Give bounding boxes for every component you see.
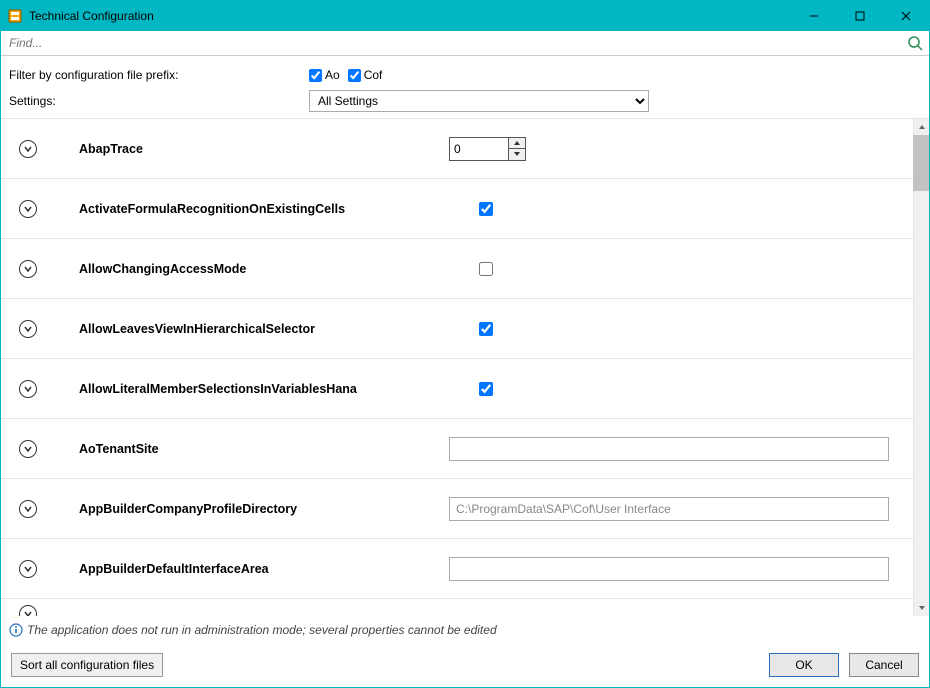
window: Technical Configuration Filter by config… bbox=[0, 0, 930, 688]
filter-bar: Filter by configuration file prefix: Ao … bbox=[1, 56, 929, 118]
setting-name: AllowChangingAccessMode bbox=[79, 262, 449, 276]
vertical-scrollbar[interactable] bbox=[913, 119, 929, 616]
expand-toggle[interactable] bbox=[19, 320, 37, 338]
search-input[interactable] bbox=[1, 31, 929, 55]
setting-name: AllowLiteralMemberSelectionsInVariablesH… bbox=[79, 382, 449, 396]
setting-row: AoTenantSite bbox=[1, 419, 913, 479]
setting-row: AppBuilderCompanyProfileDirectory bbox=[1, 479, 913, 539]
close-button[interactable] bbox=[883, 1, 929, 31]
info-icon bbox=[9, 623, 23, 637]
setting-name: AoTenantSite bbox=[79, 442, 449, 456]
filter-ao-checkbox-wrap[interactable]: Ao bbox=[309, 68, 340, 82]
setting-row: AppBuilderDefaultInterfaceArea bbox=[1, 539, 913, 599]
setting-row: AllowLeavesViewInHierarchicalSelector bbox=[1, 299, 913, 359]
setting-name: AbapTrace bbox=[79, 142, 449, 156]
filter-ao-label: Ao bbox=[325, 68, 340, 82]
expand-toggle[interactable] bbox=[19, 560, 37, 578]
footer: Sort all configuration files OK Cancel bbox=[1, 647, 929, 687]
setting-row-partial bbox=[1, 599, 913, 616]
setting-name: ActivateFormulaRecognitionOnExistingCell… bbox=[79, 202, 449, 216]
setting-name: AllowLeavesViewInHierarchicalSelector bbox=[79, 322, 449, 336]
status-text: The application does not run in administ… bbox=[27, 623, 497, 637]
setting-row: ActivateFormulaRecognitionOnExistingCell… bbox=[1, 179, 913, 239]
filter-ao-checkbox[interactable] bbox=[309, 69, 322, 82]
window-title: Technical Configuration bbox=[29, 9, 154, 23]
setting-text-input[interactable] bbox=[449, 497, 889, 521]
setting-checkbox[interactable] bbox=[479, 322, 493, 336]
expand-toggle[interactable] bbox=[19, 200, 37, 218]
search-bar bbox=[1, 31, 929, 56]
expand-toggle[interactable] bbox=[19, 260, 37, 278]
number-spinner bbox=[449, 137, 526, 161]
expand-toggle[interactable] bbox=[19, 440, 37, 458]
spinner-down-button[interactable] bbox=[509, 149, 525, 160]
app-icon bbox=[7, 8, 23, 24]
settings-label: Settings: bbox=[9, 94, 309, 108]
number-input[interactable] bbox=[449, 137, 509, 161]
setting-name: AppBuilderCompanyProfileDirectory bbox=[79, 502, 449, 516]
expand-toggle[interactable] bbox=[19, 605, 37, 616]
setting-checkbox[interactable] bbox=[479, 202, 493, 216]
setting-checkbox[interactable] bbox=[479, 382, 493, 396]
setting-row: AllowChangingAccessMode bbox=[1, 239, 913, 299]
spinner-up-button[interactable] bbox=[509, 138, 525, 149]
setting-text-input[interactable] bbox=[449, 437, 889, 461]
search-icon[interactable] bbox=[907, 35, 923, 51]
expand-toggle[interactable] bbox=[19, 380, 37, 398]
setting-row: AbapTrace bbox=[1, 119, 913, 179]
scroll-up-button[interactable] bbox=[914, 119, 929, 135]
settings-list: AbapTrace ActivateFormulaRecognitionOnEx… bbox=[1, 118, 929, 616]
expand-toggle[interactable] bbox=[19, 500, 37, 518]
maximize-button[interactable] bbox=[837, 1, 883, 31]
filter-cof-checkbox-wrap[interactable]: Cof bbox=[348, 68, 383, 82]
setting-row: AllowLiteralMemberSelectionsInVariablesH… bbox=[1, 359, 913, 419]
filter-cof-label: Cof bbox=[364, 68, 383, 82]
sort-button[interactable]: Sort all configuration files bbox=[11, 653, 163, 677]
cancel-button[interactable]: Cancel bbox=[849, 653, 919, 677]
ok-button[interactable]: OK bbox=[769, 653, 839, 677]
titlebar: Technical Configuration bbox=[1, 1, 929, 31]
scroll-down-button[interactable] bbox=[914, 600, 929, 616]
expand-toggle[interactable] bbox=[19, 140, 37, 158]
scroll-thumb[interactable] bbox=[913, 135, 929, 191]
minimize-button[interactable] bbox=[791, 1, 837, 31]
setting-text-input[interactable] bbox=[449, 557, 889, 581]
settings-select[interactable]: All Settings bbox=[309, 90, 649, 112]
setting-checkbox[interactable] bbox=[479, 262, 493, 276]
setting-name: AppBuilderDefaultInterfaceArea bbox=[79, 562, 449, 576]
status-line: The application does not run in administ… bbox=[1, 616, 929, 647]
filter-cof-checkbox[interactable] bbox=[348, 69, 361, 82]
filter-prefix-label: Filter by configuration file prefix: bbox=[9, 68, 309, 82]
